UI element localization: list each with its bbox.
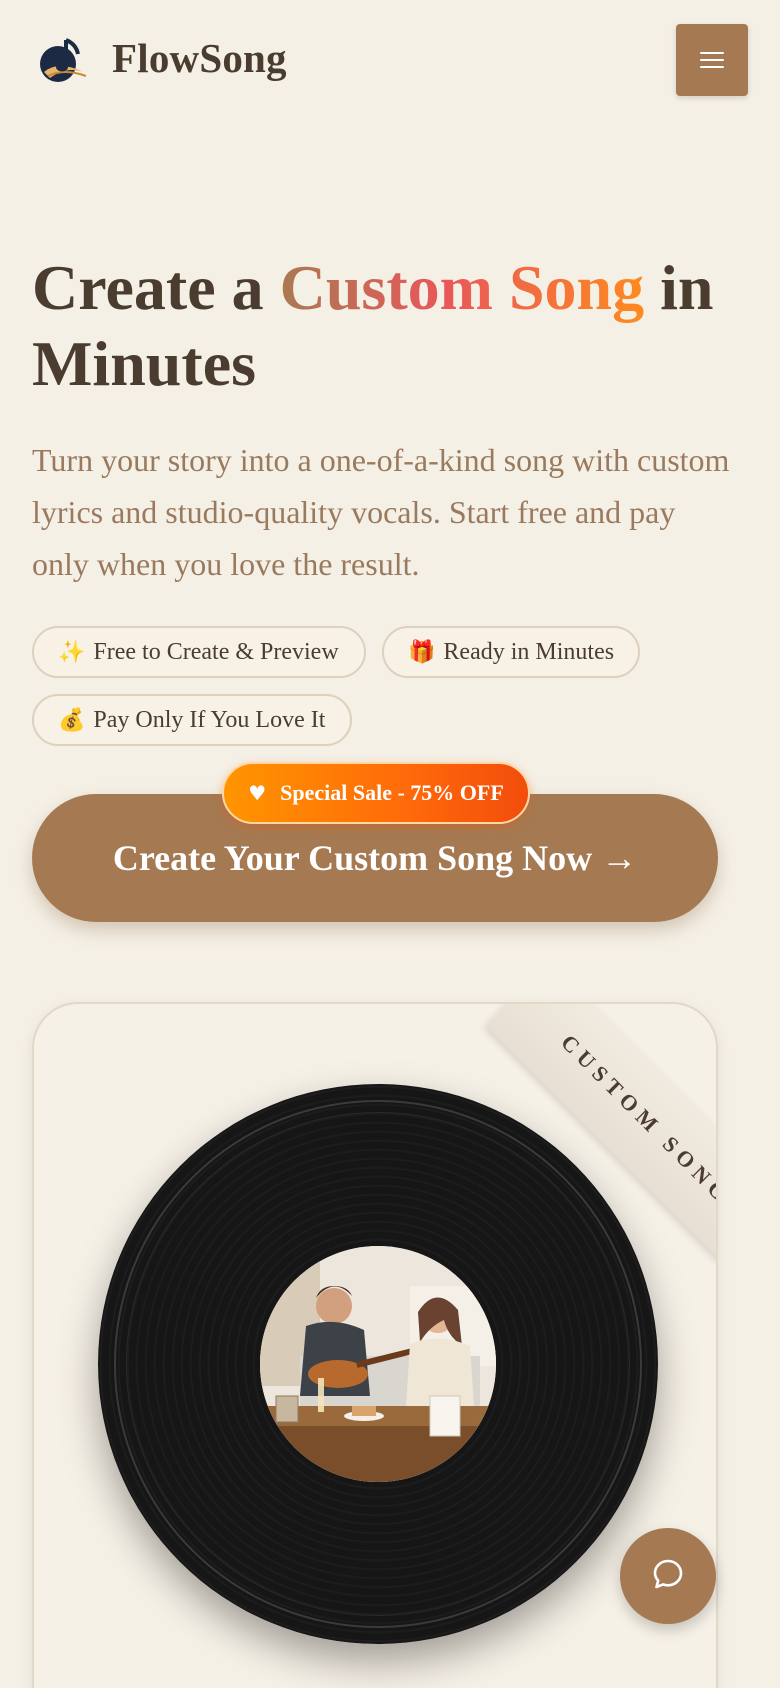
heart-icon: ♥ — [248, 781, 267, 805]
pill-label: Free to Create & Preview — [93, 638, 339, 665]
money-bag-icon: 💰 — [58, 707, 86, 733]
song-card: CUSTOM SONG — [32, 1002, 718, 1688]
pill-label: Pay Only If You Love It — [93, 706, 326, 733]
brand-name[interactable]: FlowSong — [112, 34, 287, 82]
chat-bubble-icon — [651, 1557, 685, 1596]
sale-badge[interactable]: ♥ Special Sale - 75% OFF — [222, 762, 530, 824]
header: FlowSong — [0, 0, 780, 118]
gift-icon: 🎁 — [408, 639, 436, 665]
sale-badge-label: Special Sale - 75% OFF — [280, 780, 504, 805]
title-highlight: Custom Song — [279, 252, 645, 323]
couple-photo — [260, 1246, 496, 1482]
hero-title: Create a Custom Song in Minutes — [32, 250, 752, 402]
menu-button[interactable] — [676, 24, 748, 96]
chat-button[interactable] — [620, 1528, 716, 1624]
vinyl-record — [98, 1084, 658, 1644]
hero-subtitle: Turn your story into a one-of-a-kind son… — [32, 442, 730, 582]
title-prefix: Create a — [32, 252, 280, 323]
music-note-logo-icon[interactable] — [36, 32, 92, 88]
hamburger-menu-icon — [700, 47, 724, 73]
sparkles-icon: ✨ — [58, 639, 86, 665]
feature-pill-free: ✨ Free to Create & Preview — [32, 626, 366, 678]
pill-label: Ready in Minutes — [443, 638, 615, 665]
feature-pill-ready: 🎁 Ready in Minutes — [382, 626, 640, 678]
feature-pill-pay: 💰 Pay Only If You Love It — [32, 694, 352, 746]
